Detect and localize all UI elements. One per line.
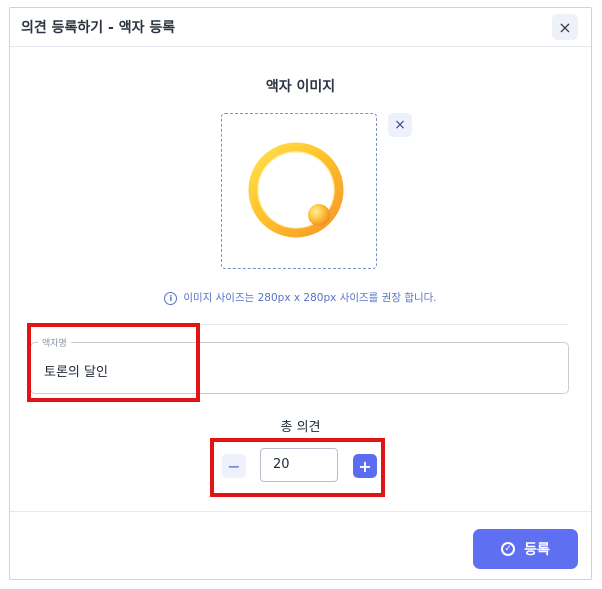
dialog-title: 의견 등록하기 - 액자 등록 (21, 20, 176, 36)
section-divider (27, 324, 568, 325)
close-icon[interactable]: × (552, 14, 578, 40)
image-section-title: 액자 이미지 (265, 79, 336, 95)
remove-image-close-icon[interactable]: × (388, 113, 412, 137)
image-size-hint: i 이미지 사이즈는 280px x 280px 사이즈를 권장 합니다. (10, 290, 591, 305)
info-icon: i (164, 291, 178, 305)
check-circle-icon: ✓ (501, 542, 516, 556)
frame-name-field[interactable]: 액자명 토론의 달인 (30, 336, 569, 394)
footer-divider (10, 511, 591, 512)
dialog-header: 의견 등록하기 - 액자 등록 × (10, 8, 591, 47)
increment-button[interactable]: + (353, 454, 377, 478)
ring-badge-image (248, 142, 344, 238)
frame-name-value[interactable]: 토론의 달인 (44, 361, 108, 380)
submit-button[interactable]: ✓ 등록 (473, 529, 578, 569)
total-opinions-input[interactable]: 20 (260, 448, 338, 482)
frame-image-uploader[interactable] (221, 113, 377, 269)
image-size-hint-text: 이미지 사이즈는 280px x 280px 사이즈를 권장 합니다. (183, 292, 437, 304)
submit-button-label: 등록 (524, 542, 550, 558)
frame-name-label: 액자명 (38, 336, 71, 349)
total-opinions-label: 총 의견 (280, 420, 321, 435)
frame-registration-dialog: 의견 등록하기 - 액자 등록 × 액자 이미지 × i 이미지 사이즈는 28… (9, 7, 592, 580)
decrement-button[interactable]: − (222, 454, 246, 478)
